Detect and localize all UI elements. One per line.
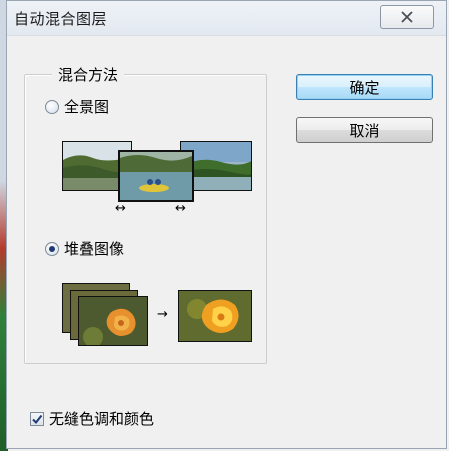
radio-stack-images-label: 堆叠图像 (64, 240, 125, 258)
stack-thumb-front (78, 296, 148, 346)
seamless-tones-colors-option[interactable]: 无缝色调和颜色 (30, 408, 154, 429)
radio-stack-images[interactable]: 堆叠图像 (45, 238, 124, 259)
close-button[interactable] (380, 5, 434, 29)
stack-result-thumb (178, 290, 252, 342)
radio-selected-dot (49, 245, 55, 252)
seamless-checkbox-label: 无缝色调和颜色 (49, 410, 155, 428)
close-icon (401, 11, 413, 23)
radio-panorama-circle[interactable] (45, 99, 59, 114)
overlap-arrow-left: ↔ (115, 201, 126, 216)
panorama-thumb-center (118, 150, 194, 202)
overlap-arrow-right: ↔ (175, 201, 186, 216)
result-arrow-icon: → (157, 307, 168, 322)
title-bar[interactable]: 自动混合图层 (7, 1, 446, 36)
radio-panorama[interactable]: 全景图 (45, 96, 109, 117)
blend-method-legend: 混合方法 (52, 64, 125, 85)
seamless-checkbox[interactable] (30, 411, 44, 426)
dialog-title: 自动混合图层 (14, 10, 108, 28)
radio-stack-images-circle[interactable] (45, 241, 59, 256)
cancel-button[interactable]: 取消 (296, 117, 433, 143)
checkmark-icon (32, 414, 43, 424)
ok-button[interactable]: 确定 (296, 74, 433, 100)
radio-panorama-label: 全景图 (64, 98, 110, 116)
